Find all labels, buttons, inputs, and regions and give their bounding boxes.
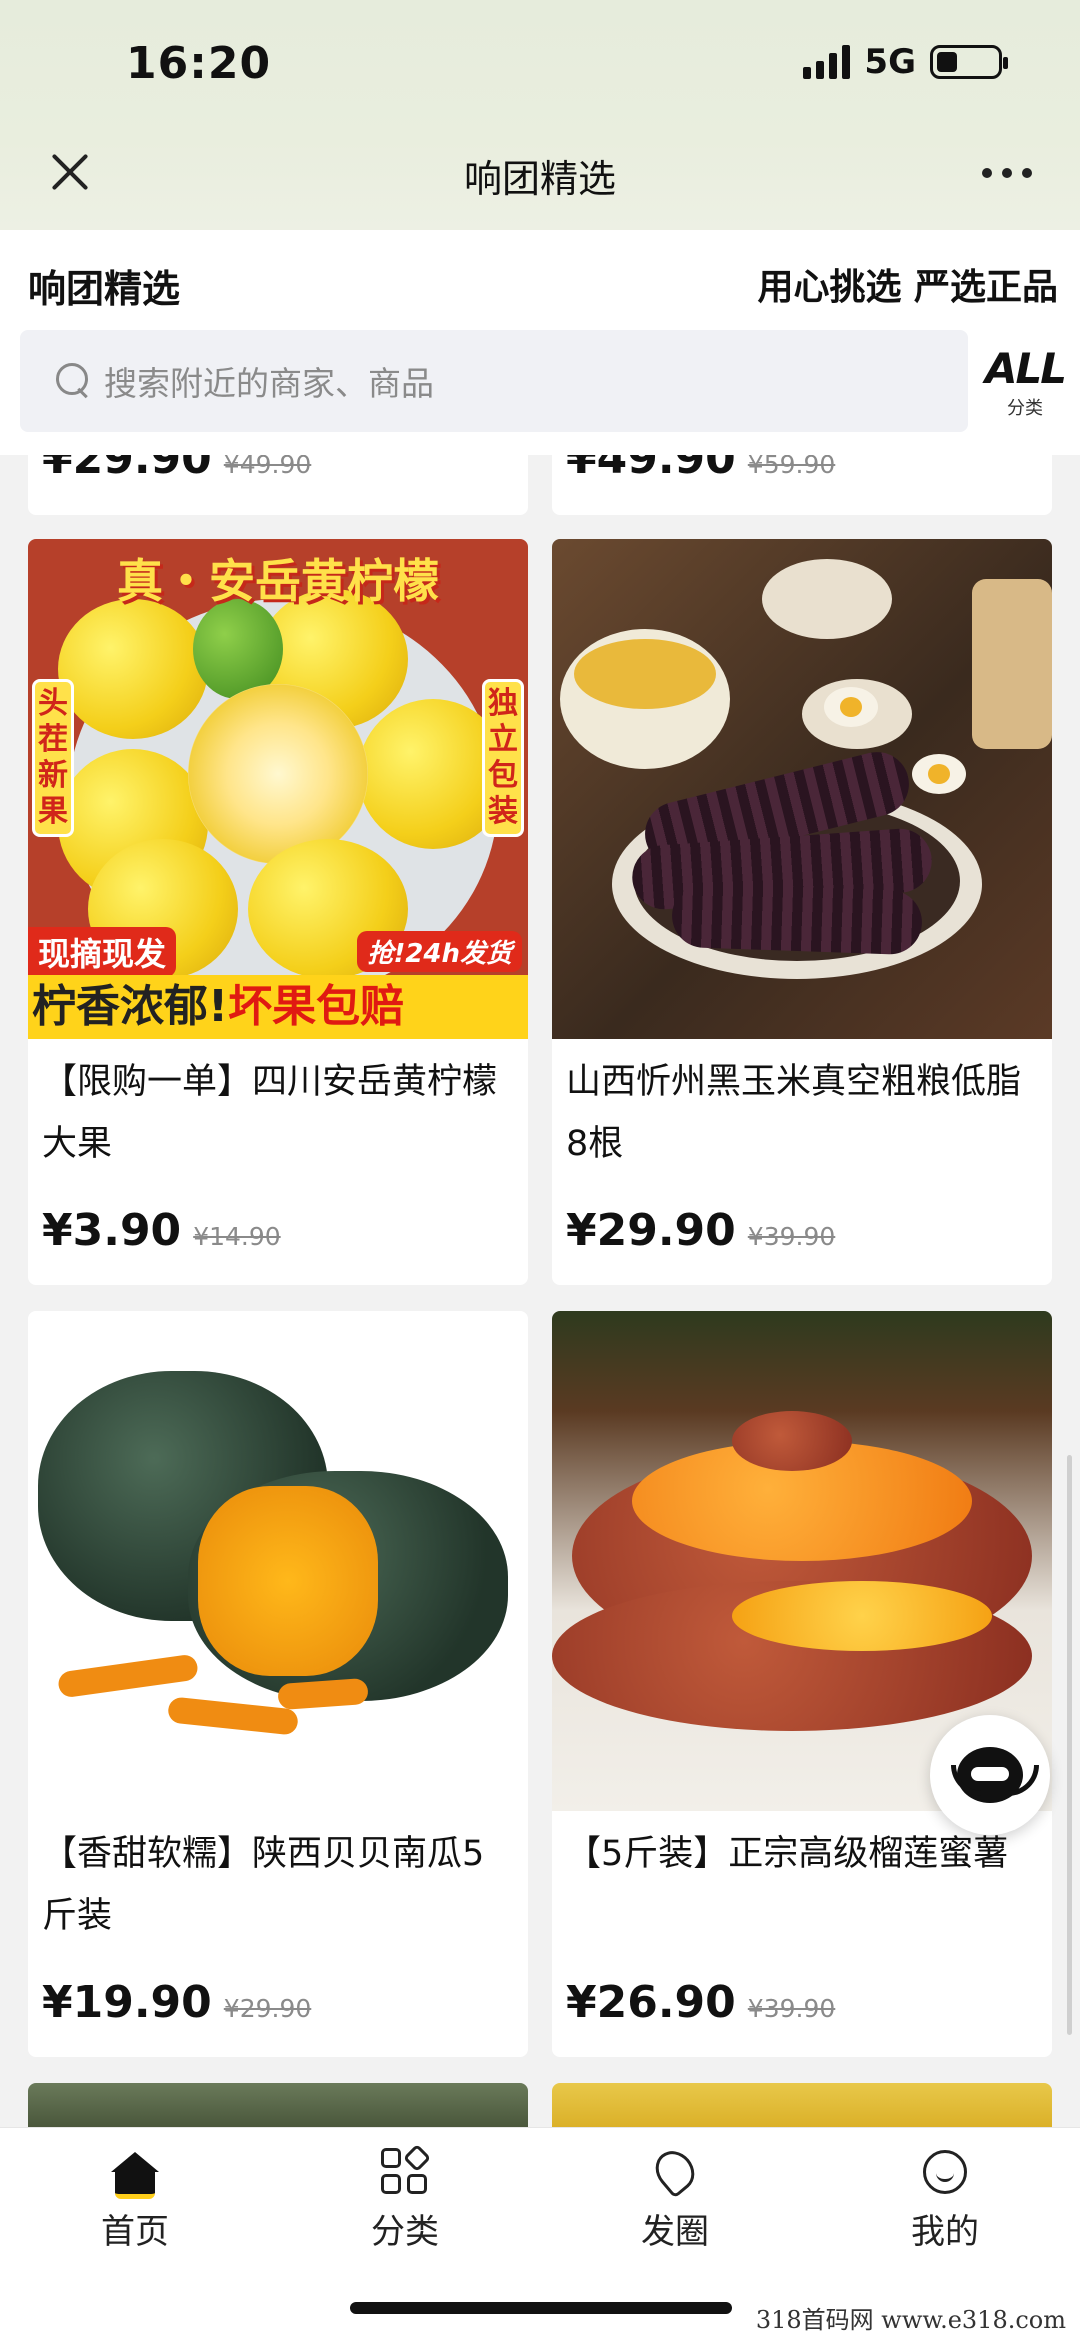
tab-profile[interactable]: 我的 [810,2146,1080,2253]
lemon-title-text: 真・安岳黄柠檬 [117,554,439,608]
product-original-price: ¥29.90 [223,1994,312,2023]
top-bar: 16:20 5G 响团精选 [0,0,1080,230]
category-icon [379,2143,432,2198]
product-name: 【香甜软糯】陕西贝贝南瓜5斤装 [42,1834,485,1936]
all-categories-button[interactable]: ALL 分类 [984,344,1067,420]
brand-slogan: 用心挑选 严选正品 [757,267,1058,308]
watermark: 318首码网 www.e318.com [751,2300,1070,2335]
product-original-price: ¥39.90 [747,1994,836,2023]
home-indicator[interactable] [350,2302,732,2314]
home-icon [109,2146,161,2199]
product-card[interactable]: 真・安岳黄柠檬 头茬新果 独立包装 现摘现发 抢!24h发货 柠香浓郁!坏果包赔… [28,539,528,1285]
product-price: ¥29.90 [566,1205,736,1256]
tab-label: 首页 [101,2212,169,2252]
product-image-corn[interactable] [552,539,1052,1039]
product-name: 【5斤装】正宗高级榴莲蜜薯 [566,1834,1009,1874]
all-label: ALL [984,344,1067,393]
app-screen: 16:20 5G 响团精选 响团精选 用心挑选 严选正品 搜索附近的商家、商品 … [0,0,1080,2336]
scrollbar[interactable] [1067,1455,1072,2035]
tab-label: 分类 [371,2212,439,2252]
product-card-partial[interactable]: ¥29.90 ¥49.90 [28,455,528,515]
search-input[interactable]: 搜索附近的商家、商品 [20,330,968,432]
status-icons: 5G [803,42,1008,82]
battery-icon [930,45,1008,79]
headset-icon [951,1747,1039,1803]
product-card[interactable]: 【5斤装】正宗高级榴莲蜜薯 ¥26.90 ¥39.90 [552,1311,1052,2057]
tab-home[interactable]: 首页 [0,2146,270,2253]
page-header: 响团精选 用心挑选 严选正品 搜索附近的商家、商品 ALL 分类 [0,230,1080,455]
product-card-partial[interactable]: ¥49.90 ¥59.90 [552,455,1052,515]
signal-icon [803,45,851,79]
product-price: ¥26.90 [566,1977,736,2028]
tab-label: 发圈 [641,2212,709,2252]
lemon-right-tag: 独立包装 [482,679,524,837]
product-original-price: ¥14.90 [193,1222,281,1251]
lemon-banner-small: 现摘现发 [28,927,177,977]
profile-icon [919,2146,971,2198]
product-card[interactable]: 山西忻州黑玉米真空粗粮低脂8根 ¥29.90 ¥39.90 [552,539,1052,1285]
product-image-lemon[interactable]: 真・安岳黄柠檬 头茬新果 独立包装 现摘现发 抢!24h发货 柠香浓郁!坏果包赔 [28,539,528,1039]
product-card-partial[interactable] [552,2083,1052,2127]
product-price: ¥19.90 [42,1977,212,2028]
send-icon [647,2143,703,2199]
search-placeholder: 搜索附近的商家、商品 [104,364,434,403]
product-original-price: ¥39.90 [747,1222,836,1251]
brand-title: 响团精选 [28,267,181,311]
network-type: 5G [864,42,916,82]
product-price: ¥29.90 [42,455,212,484]
more-icon[interactable] [982,168,1032,178]
customer-service-button[interactable] [930,1715,1050,1835]
product-original-price: ¥49.90 [223,455,312,479]
search-icon [56,363,92,399]
lemon-badge: 抢!24h发货 [357,931,522,972]
all-sub-label: 分类 [1007,398,1043,419]
product-price: ¥49.90 [566,455,736,484]
product-image-pumpkin[interactable] [28,1311,528,1811]
product-name: 【限购一单】四川安岳黄柠檬大果 [42,1062,498,1164]
lemon-banner-main: 柠香浓郁!坏果包赔 [28,975,528,1039]
status-time: 16:20 [126,38,272,89]
lemon-banner-main-a: 柠香浓郁! [32,981,229,1032]
product-original-price: ¥59.90 [747,455,836,479]
product-feed[interactable]: ¥29.90 ¥49.90 ¥49.90 ¥59.90 真・安岳黄柠檬 头茬新果… [0,455,1080,2127]
tab-label: 我的 [911,2212,979,2252]
lemon-left-tag: 头茬新果 [32,679,74,837]
tab-share[interactable]: 发圈 [540,2143,810,2253]
product-card[interactable]: 【香甜软糯】陕西贝贝南瓜5斤装 ¥19.90 ¥29.90 [28,1311,528,2057]
nav-title: 响团精选 [463,157,616,201]
product-price: ¥3.90 [42,1205,182,1256]
product-name: 山西忻州黑玉米真空粗粮低脂8根 [566,1062,1022,1164]
product-card-partial[interactable] [28,2083,528,2127]
tab-category[interactable]: 分类 [270,2143,540,2253]
lemon-banner-main-b: 坏果包赔 [228,981,405,1032]
